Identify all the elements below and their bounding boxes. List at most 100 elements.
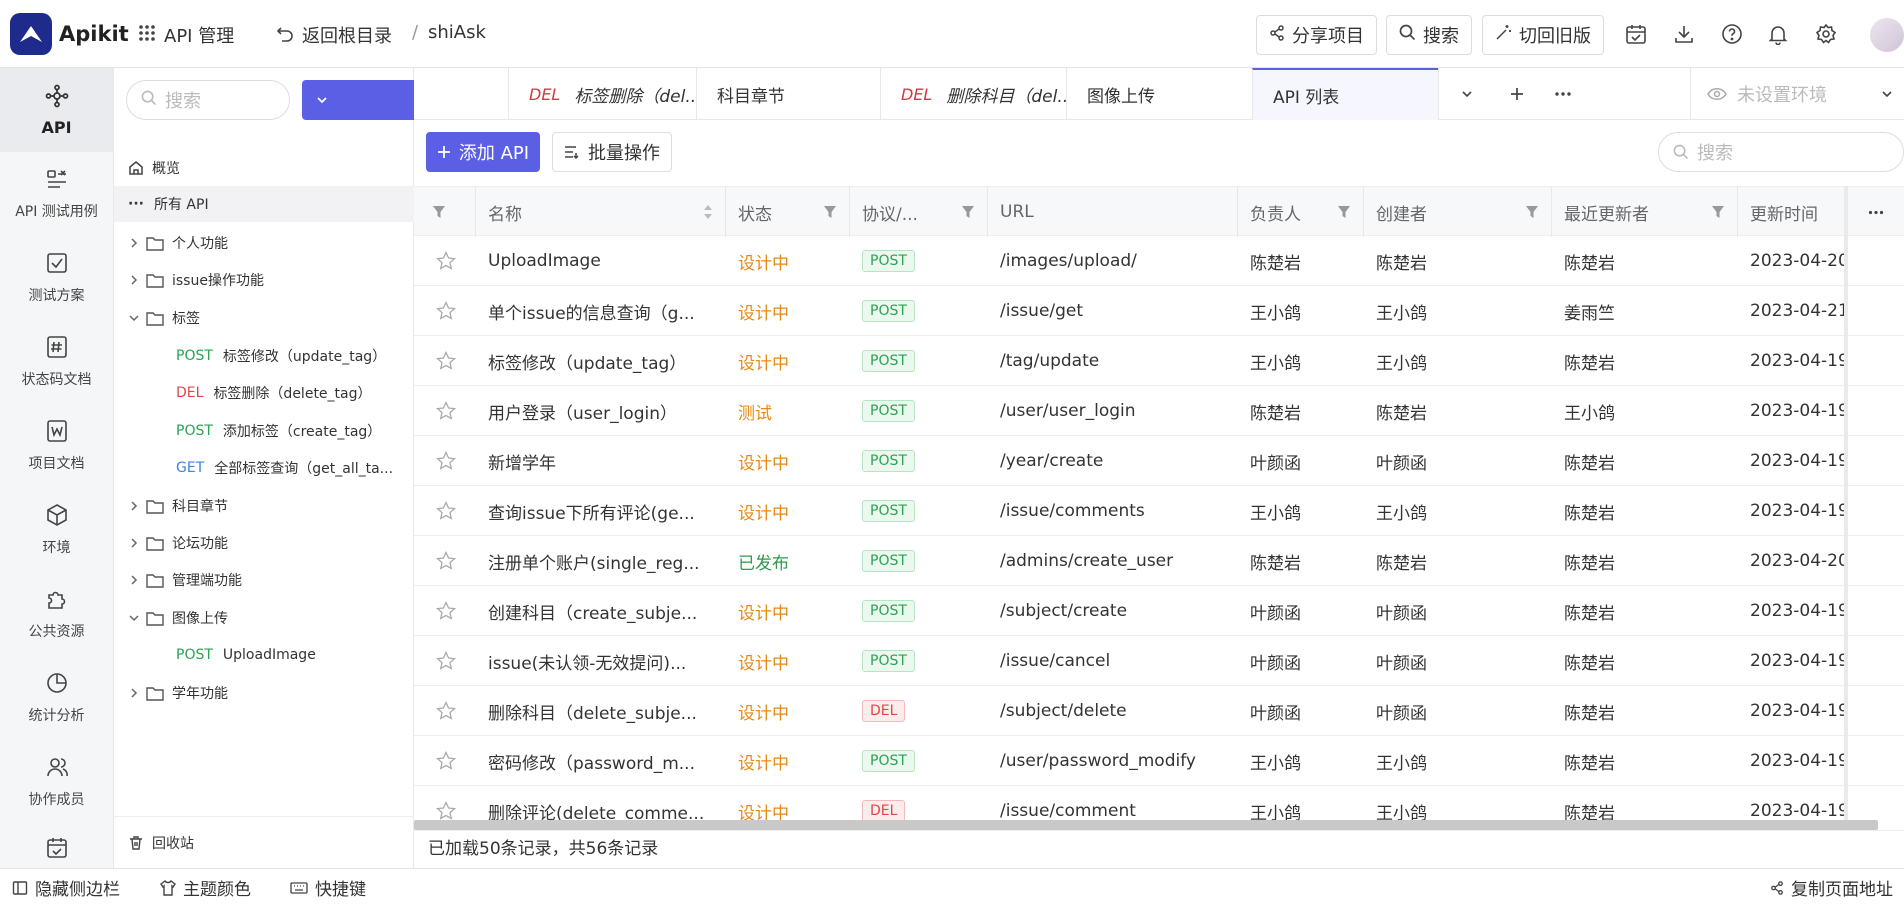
- header-updater[interactable]: 最近更新者: [1552, 187, 1738, 237]
- table-row[interactable]: issue(未认领-无效提问)... 设计中 POST/issue/cancel 叶颜…: [414, 636, 1904, 686]
- tree-group-issue[interactable]: issue操作功能: [114, 262, 414, 298]
- filter-icon[interactable]: [1525, 204, 1539, 224]
- table-search-input[interactable]: 搜索: [1658, 132, 1904, 172]
- tab-more-icon[interactable]: [1540, 68, 1586, 120]
- shortcuts-button[interactable]: 快捷键: [290, 869, 366, 906]
- table-row[interactable]: 注册单个账户(single_reg... 已发布 POST/admins/creat…: [414, 536, 1904, 586]
- settings-gear-icon[interactable]: [1814, 22, 1838, 46]
- table-row[interactable]: 创建科目（create_subje... 设计中 POST/subject/crea…: [414, 586, 1904, 636]
- nav-item-project-doc[interactable]: 项目文档: [0, 404, 113, 488]
- project-name[interactable]: shiAsk: [428, 22, 486, 43]
- batch-operation-button[interactable]: 批量操作: [552, 132, 672, 172]
- star-icon[interactable]: [414, 636, 476, 686]
- nav-item-members[interactable]: 协作成员: [0, 740, 113, 824]
- hide-sidebar-button[interactable]: 隐藏侧边栏: [12, 869, 120, 906]
- user-avatar[interactable]: [1870, 18, 1904, 52]
- table-row[interactable]: 用户登录（user_login） 测试 POST/user/user_login 陈楚…: [414, 386, 1904, 436]
- tree-api-item[interactable]: POST 添加标签（create_tag）: [114, 413, 414, 449]
- tree-overview[interactable]: 概览: [114, 150, 414, 186]
- nav-item-status-code-doc[interactable]: 状态码文档: [0, 320, 113, 404]
- column-settings-icon[interactable]: [1848, 187, 1904, 237]
- filter-icon[interactable]: [1337, 204, 1351, 224]
- tab-image-upload[interactable]: 图像上传: [1066, 68, 1252, 120]
- header-creator[interactable]: 创建者: [1364, 187, 1552, 237]
- nav-item-environment[interactable]: 环境: [0, 488, 113, 572]
- row-name[interactable]: 新增学年: [476, 436, 726, 486]
- row-name[interactable]: 查询issue下所有评论(ge...: [476, 486, 726, 536]
- tree-group-admin[interactable]: 管理端功能: [114, 562, 414, 598]
- filter-icon[interactable]: [1711, 204, 1725, 224]
- recycle-bin[interactable]: 回收站: [114, 816, 414, 868]
- header-owner[interactable]: 负责人: [1238, 187, 1364, 237]
- table-row[interactable]: 查询issue下所有评论(ge... 设计中 POST/issue/comments…: [414, 486, 1904, 536]
- tree-group-tag[interactable]: 标签: [114, 300, 414, 336]
- header-status[interactable]: 状态: [726, 187, 850, 237]
- tree-group-personal[interactable]: 个人功能: [114, 225, 414, 261]
- table-row[interactable]: 新增学年 设计中 POST/year/create 叶颜函 叶颜函 陈楚岩 2023-04-…: [414, 436, 1904, 486]
- share-project-button[interactable]: 分享项目: [1256, 15, 1377, 55]
- nav-item-statistics[interactable]: 统计分析: [0, 656, 113, 740]
- copy-page-url-button[interactable]: 复制页面地址: [1770, 869, 1893, 906]
- chevron-down-icon[interactable]: [302, 80, 342, 120]
- tab-list-chevron-icon[interactable]: [1438, 68, 1494, 120]
- table-row[interactable]: UploadImage 设计中 POST/images/upload/陈楚岩 陈楚岩 陈…: [414, 236, 1904, 286]
- tab-delete-tag[interactable]: DEL 标签删除（del...: [508, 68, 696, 120]
- tab-api-list[interactable]: API 列表: [1252, 68, 1438, 120]
- header-filter-cell[interactable]: [414, 187, 476, 237]
- tree-search-input[interactable]: 搜索: [126, 80, 290, 120]
- star-icon[interactable]: [414, 236, 476, 286]
- star-icon[interactable]: [414, 386, 476, 436]
- horizontal-scrollbar[interactable]: [414, 820, 1878, 830]
- row-name[interactable]: 创建科目（create_subje...: [476, 586, 726, 636]
- tree-api-item[interactable]: POST 标签修改（update_tag）: [114, 338, 414, 374]
- filter-icon[interactable]: [961, 204, 975, 224]
- new-tab-plus-icon[interactable]: [1494, 68, 1540, 120]
- star-icon[interactable]: [414, 536, 476, 586]
- theme-color-button[interactable]: 主题颜色: [160, 869, 251, 906]
- tab-subject-chapter[interactable]: 科目章节: [696, 68, 880, 120]
- calendar-check-icon[interactable]: [1624, 22, 1648, 46]
- row-name[interactable]: issue(未认领-无效提问)...: [476, 636, 726, 686]
- app-logo[interactable]: Apikit: [10, 12, 129, 55]
- row-name[interactable]: 密码修改（password_m...: [476, 736, 726, 786]
- tree-group-year[interactable]: 学年功能: [114, 675, 414, 711]
- bell-icon[interactable]: [1766, 22, 1790, 46]
- star-icon[interactable]: [414, 586, 476, 636]
- row-name[interactable]: 标签修改（update_tag）: [476, 336, 726, 386]
- tree-group-forum[interactable]: 论坛功能: [114, 525, 414, 561]
- star-icon[interactable]: [414, 686, 476, 736]
- tree-all-api[interactable]: ··· 所有 API: [114, 186, 414, 222]
- row-name[interactable]: UploadImage: [476, 236, 726, 286]
- row-name[interactable]: 用户登录（user_login）: [476, 386, 726, 436]
- table-row[interactable]: 标签修改（update_tag） 设计中 POST/tag/update 王小鸽 王小鸽…: [414, 336, 1904, 386]
- header-updated[interactable]: 更新时间: [1738, 187, 1846, 237]
- header-url[interactable]: URL: [988, 187, 1238, 237]
- header-protocol[interactable]: 协议/...: [850, 187, 988, 237]
- back-root-button[interactable]: 返回根目录: [276, 22, 392, 48]
- star-icon[interactable]: [414, 436, 476, 486]
- row-name[interactable]: 删除科目（delete_subje...: [476, 686, 726, 736]
- star-icon[interactable]: [414, 286, 476, 336]
- switch-old-version-button[interactable]: 切回旧版: [1482, 15, 1604, 55]
- tree-api-item[interactable]: DEL 标签删除（delete_tag）: [114, 375, 414, 411]
- star-icon[interactable]: [414, 336, 476, 386]
- help-icon[interactable]: [1720, 22, 1744, 46]
- table-row[interactable]: 单个issue的信息查询（g... 设计中 POST/issue/get 王小鸽 王小鸽…: [414, 286, 1904, 336]
- tree-api-item[interactable]: GET 全部标签查询（get_all_ta...: [114, 450, 414, 486]
- filter-icon[interactable]: [823, 204, 837, 224]
- environment-select[interactable]: 未设置环境: [1690, 68, 1904, 120]
- sort-icon[interactable]: [703, 204, 713, 225]
- tree-api-item[interactable]: POST UploadImage: [114, 637, 414, 673]
- nav-item-api[interactable]: API: [0, 68, 113, 152]
- header-name[interactable]: 名称: [476, 187, 726, 237]
- header-search-button[interactable]: 搜索: [1386, 15, 1472, 55]
- nav-item-more[interactable]: [0, 824, 113, 868]
- row-name[interactable]: 单个issue的信息查询（g...: [476, 286, 726, 336]
- nav-item-test-plan[interactable]: 测试方案: [0, 236, 113, 320]
- tree-group-image[interactable]: 图像上传: [114, 600, 414, 636]
- download-icon[interactable]: [1672, 22, 1696, 46]
- api-manage-menu[interactable]: API 管理: [138, 22, 234, 48]
- add-api-main-button[interactable]: 添加 API: [426, 132, 540, 172]
- star-icon[interactable]: [414, 486, 476, 536]
- nav-item-api-test-cases[interactable]: API 测试用例: [0, 152, 113, 236]
